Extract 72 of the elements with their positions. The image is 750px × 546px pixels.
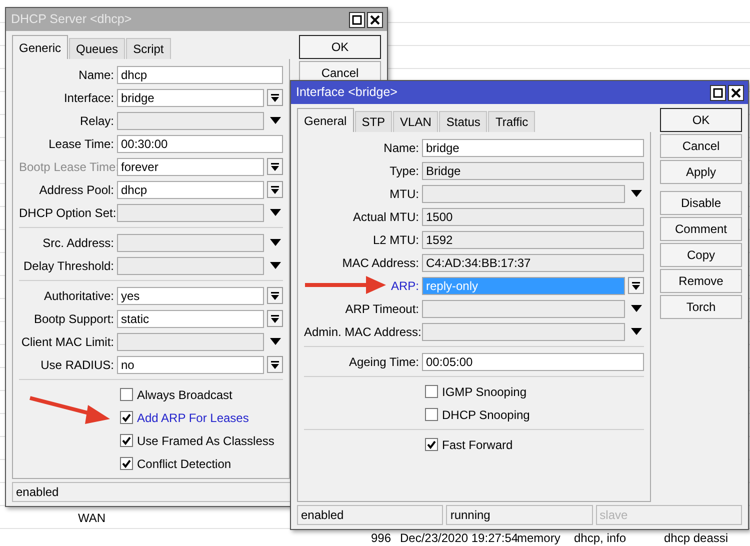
input-field: 1500 bbox=[422, 208, 644, 226]
checkbox-label: Always Broadcast bbox=[137, 386, 232, 404]
dialog-button[interactable]: Torch bbox=[660, 295, 742, 319]
field-label: Actual MTU: bbox=[352, 210, 419, 224]
input-field: Bridge bbox=[422, 162, 644, 180]
checkbox-label: Conflict Detection bbox=[137, 456, 232, 472]
dialog-button[interactable]: Remove bbox=[660, 269, 742, 293]
field-label: Bootp Support: bbox=[34, 312, 114, 326]
table-cell: WAN bbox=[78, 511, 106, 525]
dialog-button[interactable]: OK bbox=[660, 108, 742, 132]
field-label: Interface: bbox=[64, 90, 114, 104]
dialog-button[interactable]: Copy bbox=[660, 243, 742, 267]
table-cell: memory bbox=[517, 531, 560, 545]
input-field[interactable]: forever bbox=[117, 158, 264, 176]
table-cell: 996 bbox=[371, 531, 392, 545]
tab[interactable]: Generic bbox=[12, 35, 68, 59]
field-label: Admin. MAC Address: bbox=[304, 324, 422, 338]
input-field: 1592 bbox=[422, 230, 644, 248]
field-label: Relay: bbox=[80, 114, 114, 128]
tab[interactable]: General bbox=[297, 108, 354, 132]
tab[interactable]: Status bbox=[439, 111, 488, 132]
dialog-button[interactable]: Apply bbox=[660, 160, 742, 184]
input-field[interactable]: bridge bbox=[422, 138, 644, 156]
dialog-button[interactable]: Cancel bbox=[660, 134, 742, 158]
input-field[interactable]: static bbox=[117, 310, 264, 328]
input-field[interactable]: bridge bbox=[117, 88, 264, 106]
field-label: Name: bbox=[384, 140, 419, 154]
field-label: ARP Timeout: bbox=[345, 302, 419, 316]
field-label: Name: bbox=[78, 68, 114, 82]
field-label: Use RADIUS: bbox=[40, 358, 114, 372]
tab[interactable]: STP bbox=[354, 111, 392, 132]
field-label: Src. Address: bbox=[42, 236, 114, 250]
window-title: Interface <bridge> bbox=[296, 84, 398, 102]
dialog-button[interactable]: Disable bbox=[660, 191, 742, 215]
tab[interactable]: VLAN bbox=[393, 111, 438, 132]
status-cell: enabled bbox=[297, 505, 444, 525]
field-label: Delay Threshold: bbox=[24, 258, 114, 272]
field-label: Address Pool: bbox=[39, 182, 114, 196]
status-cell: running bbox=[446, 505, 593, 525]
checkbox-label: Fast Forward bbox=[442, 436, 513, 454]
tab[interactable]: Traffic bbox=[488, 111, 536, 132]
field-label: Type: bbox=[390, 164, 419, 178]
input-field[interactable]: dhcp bbox=[117, 180, 264, 198]
status-cell: slave bbox=[596, 505, 742, 525]
field-label: Lease Time: bbox=[48, 136, 114, 150]
tab[interactable]: Queues bbox=[69, 38, 126, 59]
input-field: C4:AD:34:BB:17:37 bbox=[422, 254, 644, 272]
checkbox-label: Add ARP For Leases bbox=[137, 410, 249, 426]
field-label: MAC Address: bbox=[342, 256, 419, 270]
field-label: DHCP Option Set: bbox=[19, 206, 116, 220]
dialog-button[interactable]: Comment bbox=[660, 217, 742, 241]
input-field[interactable]: 00:05:00 bbox=[422, 352, 644, 370]
window-title: DHCP Server <dhcp> bbox=[11, 11, 133, 28]
table-cell: dhcp deassi bbox=[664, 531, 728, 545]
tab[interactable]: Script bbox=[126, 38, 171, 59]
input-field[interactable]: 00:30:00 bbox=[117, 134, 283, 152]
field-label: L2 MTU: bbox=[372, 232, 419, 246]
table-cell: Dec/23/2020 19:27:54 bbox=[400, 531, 518, 545]
table-cell: dhcp, info bbox=[574, 531, 626, 545]
field-label: Ageing Time: bbox=[348, 354, 419, 368]
input-field[interactable]: no bbox=[117, 356, 264, 374]
checkbox-label: DHCP Snooping bbox=[442, 406, 530, 424]
input-field[interactable]: yes bbox=[117, 286, 264, 304]
checkbox-label: Use Framed As Classless bbox=[137, 432, 274, 450]
checkbox-label: IGMP Snooping bbox=[442, 384, 526, 400]
field-label: Authoritative: bbox=[44, 288, 114, 302]
field-label: Bootp Lease Time: bbox=[19, 160, 120, 174]
input-field[interactable]: dhcp bbox=[117, 66, 283, 84]
field-label: ARP: bbox=[390, 278, 419, 292]
dialog-button[interactable]: OK bbox=[299, 35, 381, 59]
field-label: MTU: bbox=[390, 186, 419, 200]
field-label: Client MAC Limit: bbox=[21, 334, 114, 348]
